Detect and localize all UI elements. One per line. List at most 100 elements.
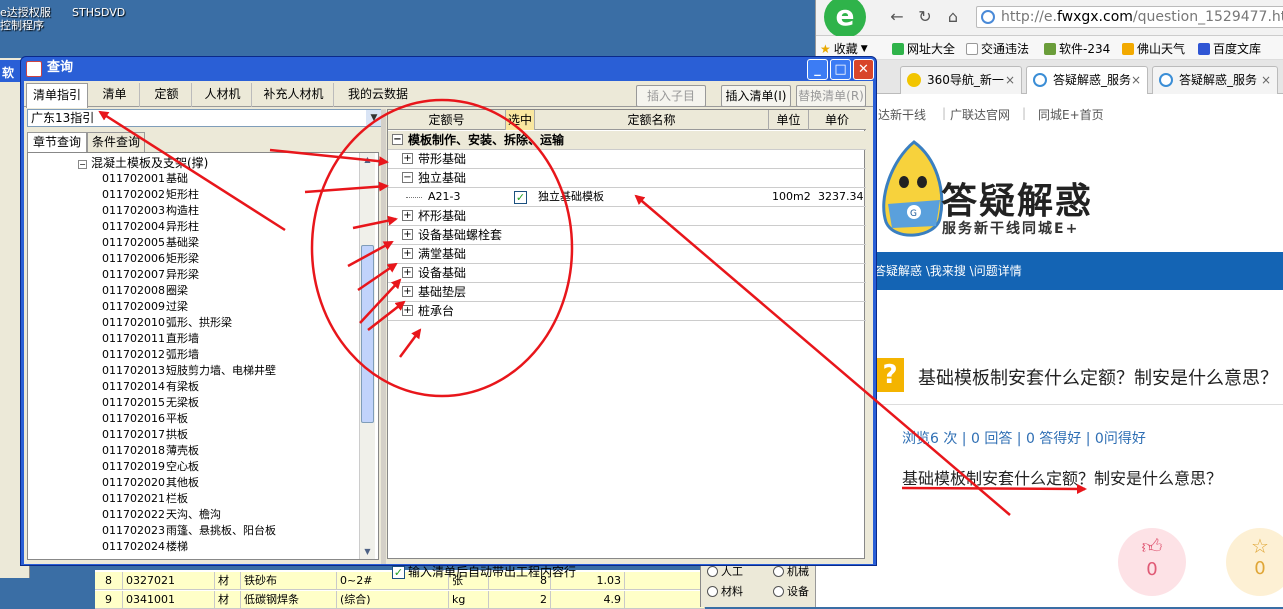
- group-row[interactable]: − 独立基础: [388, 169, 866, 188]
- quota-row[interactable]: A21-3 独立基础模板 100m2 3237.34 ✓: [388, 188, 866, 207]
- group-row[interactable]: + 设备基础螺栓套: [388, 226, 866, 245]
- tree-item[interactable]: 011702014有梁板: [102, 379, 199, 395]
- scroll-up-icon[interactable]: ▲: [360, 153, 375, 167]
- site-nav-link[interactable]: 同城E+首页: [1038, 106, 1104, 123]
- desktop-shortcut-sthsdvd[interactable]: STHSDVD: [72, 6, 125, 19]
- browser-tab[interactable]: 360导航_新一 ×: [900, 66, 1022, 94]
- tree-item[interactable]: 011702018薄壳板: [102, 443, 199, 459]
- chevron-down-icon[interactable]: ▼: [366, 110, 382, 126]
- column-header-unit[interactable]: 单位: [769, 110, 809, 130]
- reload-icon[interactable]: ↻: [914, 7, 936, 27]
- group-header-row[interactable]: − 模板制作、安装、拆除、运输: [388, 131, 866, 150]
- tree-item[interactable]: 011702010弧形、拱形梁: [102, 315, 232, 331]
- tree-item[interactable]: 011702022天沟、檐沟: [102, 507, 221, 523]
- tab-condition-query[interactable]: 条件查询: [87, 132, 145, 152]
- tree-node-root[interactable]: − 混凝土模板及支架(撑): [78, 155, 208, 171]
- expand-icon[interactable]: +: [402, 248, 413, 259]
- browser-tab[interactable]: 答疑解惑_服务 ×: [1152, 66, 1278, 94]
- group-row[interactable]: + 设备基础: [388, 264, 866, 283]
- column-header-code[interactable]: 定额号: [388, 110, 506, 130]
- tab-list[interactable]: 清单: [90, 83, 140, 107]
- expand-icon[interactable]: +: [402, 210, 413, 221]
- tree-scrollbar[interactable]: ▲ ▼: [359, 153, 375, 559]
- radio-equipment[interactable]: 设备: [773, 583, 809, 599]
- checkbox-checked-icon[interactable]: ✓: [392, 566, 405, 579]
- tree-item[interactable]: 011702004异形柱: [102, 219, 199, 235]
- address-bar[interactable]: http://e.fwxgx.com/question_1529477.htm: [976, 6, 1283, 28]
- desktop-shortcut-auth[interactable]: e达授权服 控制程序: [0, 6, 51, 32]
- tab-list-guide[interactable]: 清单指引: [26, 83, 88, 108]
- table-row[interactable]: 9 0341001 材 低碳钢焊条 (综合) kg 2 4.9: [95, 591, 705, 609]
- column-header-selected[interactable]: 选中: [506, 110, 535, 130]
- close-icon[interactable]: ×: [1005, 67, 1015, 93]
- favorite-item[interactable]: 网址大全: [892, 40, 955, 57]
- collapse-icon[interactable]: −: [392, 134, 403, 145]
- radio-material[interactable]: 材料: [707, 583, 743, 599]
- collapse-icon[interactable]: −: [78, 160, 87, 169]
- tree-item[interactable]: 011702017拱板: [102, 427, 188, 443]
- collapse-icon[interactable]: −: [402, 172, 413, 183]
- tree-item[interactable]: 011702002矩形柱: [102, 187, 199, 203]
- tree-item[interactable]: 011702012弧形墙: [102, 347, 199, 363]
- tree-item[interactable]: 011702011直形墙: [102, 331, 199, 347]
- tree-item[interactable]: 011702005基础梁: [102, 235, 199, 251]
- checkbox-checked-icon[interactable]: ✓: [514, 191, 527, 204]
- insert-list-button[interactable]: 插入清单(I): [721, 85, 791, 107]
- expand-icon[interactable]: +: [402, 153, 413, 164]
- browser-tab[interactable]: 答疑解惑_服务 ×: [1026, 66, 1148, 94]
- tree-item[interactable]: 011702021栏板: [102, 491, 188, 507]
- column-header-name[interactable]: 定额名称: [535, 110, 769, 130]
- auto-content-option[interactable]: ✓ 输入清单后自动带出工程内容行: [392, 563, 576, 580]
- favorite-item[interactable]: 软件-234: [1044, 40, 1110, 57]
- tree-item[interactable]: 011702006矩形梁: [102, 251, 199, 267]
- group-row[interactable]: + 满堂基础: [388, 245, 866, 264]
- home-icon[interactable]: ⌂: [942, 7, 964, 27]
- tree-item[interactable]: 011702007异形梁: [102, 267, 199, 283]
- group-row[interactable]: + 杯形基础: [388, 207, 866, 226]
- tree-item[interactable]: 011702015无梁板: [102, 395, 199, 411]
- expand-icon[interactable]: +: [402, 267, 413, 278]
- favorite-item[interactable]: 百度文库: [1198, 40, 1261, 57]
- breadcrumb[interactable]: 答疑解惑 \我来搜 \问题详情: [816, 252, 1283, 290]
- tab-labor-material-machine[interactable]: 人材机: [194, 83, 252, 107]
- column-header-price[interactable]: 单价: [809, 110, 865, 130]
- tree-item[interactable]: 011702008圈梁: [102, 283, 188, 299]
- tree-item[interactable]: 011702016平板: [102, 411, 188, 427]
- region-select[interactable]: 广东13指引 ▼: [27, 109, 383, 127]
- group-row[interactable]: + 基础垫层: [388, 283, 866, 302]
- replace-list-button[interactable]: 替换清单(R): [796, 85, 866, 107]
- group-row[interactable]: + 桩承台: [388, 302, 866, 321]
- back-arrow-icon[interactable]: ←: [886, 7, 908, 27]
- tree-item[interactable]: 011702003构造柱: [102, 203, 199, 219]
- expand-icon[interactable]: +: [402, 229, 413, 240]
- tab-chapter-query[interactable]: 章节查询: [27, 132, 87, 153]
- tree-item[interactable]: 011702023雨篷、悬挑板、阳台板: [102, 523, 276, 539]
- site-nav-link[interactable]: 广联达官网: [950, 106, 1010, 123]
- expand-icon[interactable]: +: [402, 305, 413, 316]
- insert-child-button[interactable]: 插入子目: [636, 85, 706, 107]
- tree-item[interactable]: 011702019空心板: [102, 459, 199, 475]
- favorite-item[interactable]: 佛山天气: [1122, 40, 1185, 57]
- scroll-down-icon[interactable]: ▼: [360, 545, 375, 559]
- like-button[interactable]: 👍︎ 0: [1118, 528, 1186, 596]
- tree-item[interactable]: 011702013短肢剪力墙、电梯井壁: [102, 363, 276, 379]
- tab-supplementary[interactable]: 补充人材机: [254, 83, 334, 107]
- favorite-button[interactable]: ☆ 0: [1226, 528, 1283, 596]
- tab-quota[interactable]: 定额: [142, 83, 192, 107]
- pane-splitter[interactable]: [381, 109, 386, 564]
- favorite-item[interactable]: ★ 收藏 ▼: [820, 40, 868, 57]
- tree-item[interactable]: 011702001基础: [102, 171, 188, 187]
- site-nav-link[interactable]: 达新干线: [878, 106, 926, 123]
- favorite-item[interactable]: 交通违法: [966, 40, 1029, 57]
- close-icon[interactable]: ×: [1131, 67, 1141, 93]
- tree-item[interactable]: 011702020其他板: [102, 475, 199, 491]
- tab-cloud-data[interactable]: 我的云数据: [336, 83, 420, 107]
- minimize-button[interactable]: _: [807, 59, 828, 80]
- maximize-button[interactable]: □: [830, 59, 851, 80]
- tree-item[interactable]: 011702024楼梯: [102, 539, 188, 555]
- close-button[interactable]: ✕: [853, 59, 874, 80]
- group-row[interactable]: + 带形基础: [388, 150, 866, 169]
- close-icon[interactable]: ×: [1261, 67, 1271, 93]
- scrollbar-thumb[interactable]: [361, 245, 374, 423]
- tree-item[interactable]: 011702009过梁: [102, 299, 188, 315]
